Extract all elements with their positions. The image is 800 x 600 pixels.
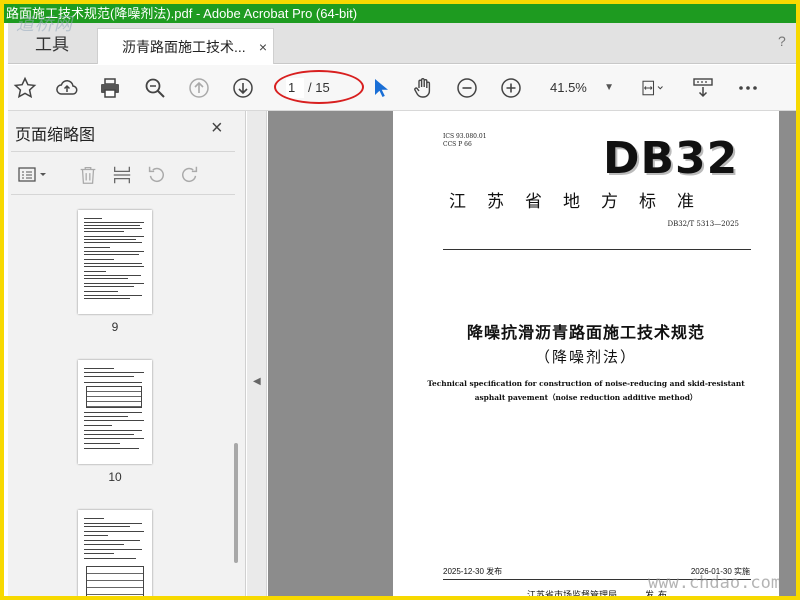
thumbnail-scrollbar[interactable] [230, 203, 242, 596]
thumbnail-list: 9 10 [11, 203, 235, 596]
document-subtitle: （降噪剂法） [534, 349, 637, 366]
standard-number: DB32/T 5313—2025 [667, 220, 739, 228]
main-toolbar: 1 / 15 41.5% ▼ [8, 65, 796, 111]
page-up-icon[interactable] [184, 73, 214, 103]
rotate-left-icon[interactable] [143, 162, 169, 188]
document-title: 降噪抗滑沥青路面施工技术规范 [466, 325, 705, 342]
more-icon[interactable] [733, 73, 763, 103]
zoom-out-icon[interactable] [452, 73, 482, 103]
zoom-value: 41.5% [550, 80, 587, 95]
thumbnail-page[interactable] [78, 360, 152, 464]
select-cursor-icon[interactable] [366, 73, 396, 103]
issue-date: 2025-12-30 发布 [443, 567, 503, 576]
panel-collapse-bar[interactable]: ◀ [247, 111, 267, 596]
ics-code: ICS 93.080.01 CCS P 66 [443, 133, 487, 149]
publisher: 江苏省市场监督管理局 [527, 590, 618, 600]
star-icon[interactable] [10, 73, 40, 103]
delete-icon[interactable] [75, 162, 101, 188]
thumbnail-page[interactable] [78, 510, 152, 596]
thumbnail-number: 10 [108, 470, 122, 484]
thumbnail-panel: 页面缩略图 × 9 10 [8, 111, 246, 596]
collapse-arrow-icon[interactable]: ◀ [253, 376, 261, 387]
tab-document-label: 沥青路面施工技术... [122, 39, 246, 55]
hand-icon[interactable] [408, 73, 438, 103]
ccs-line: CCS P 66 [443, 141, 472, 148]
watermark-logo: 道桥网 [16, 14, 73, 35]
tab-strip: 工具 沥青路面施工技术... × ? [8, 23, 796, 64]
document-viewer[interactable]: ICS 93.080.01 CCS P 66 DB32 江苏省地方标准 DB32… [268, 111, 796, 600]
db-code: DB32 [603, 133, 739, 184]
page-action-icon[interactable] [688, 73, 718, 103]
tab-document[interactable]: 沥青路面施工技术... × [97, 28, 274, 64]
english-title-line2: asphalt pavement（noise reduction additiv… [474, 393, 698, 402]
panel-close-icon[interactable]: × [211, 117, 223, 140]
options-menu-icon[interactable] [15, 162, 51, 188]
zoom-search-icon[interactable] [140, 73, 170, 103]
annotation-circle [274, 70, 364, 104]
zoom-in-icon[interactable] [496, 73, 526, 103]
insert-page-icon[interactable] [109, 162, 135, 188]
panel-title: 页面缩略图 [15, 127, 96, 144]
zoom-select[interactable]: 41.5% ▼ [542, 75, 620, 101]
upload-cloud-icon[interactable] [52, 73, 82, 103]
screen-frame: 路面施工技术规范(降噪剂法).pdf - Adobe Acrobat Pro (… [0, 0, 800, 600]
chevron-down-icon: ▼ [604, 82, 614, 93]
panel-toolbar [11, 151, 235, 195]
scrollbar-thumb[interactable] [234, 443, 238, 563]
print-icon[interactable] [95, 73, 125, 103]
rotate-right-icon[interactable] [177, 162, 203, 188]
english-title-line1: Technical specification for construction… [427, 379, 745, 388]
page-down-icon[interactable] [228, 73, 258, 103]
thumbnail-number: 9 [111, 320, 119, 334]
ics-line: ICS 93.080.01 [443, 133, 487, 140]
watermark-url: www.chdao.com [648, 573, 782, 593]
tab-close-icon[interactable]: × [259, 29, 267, 65]
page-fit-icon[interactable] [632, 73, 672, 103]
help-icon[interactable]: ? [778, 33, 796, 55]
standard-type: 江苏省地方标准 [449, 192, 715, 211]
thumbnail-page[interactable] [78, 210, 152, 314]
divider [443, 249, 751, 250]
pdf-page: ICS 93.080.01 CCS P 66 DB32 江苏省地方标准 DB32… [393, 111, 779, 600]
window-title: 路面施工技术规范(降噪剂法).pdf - Adobe Acrobat Pro (… [4, 4, 796, 23]
